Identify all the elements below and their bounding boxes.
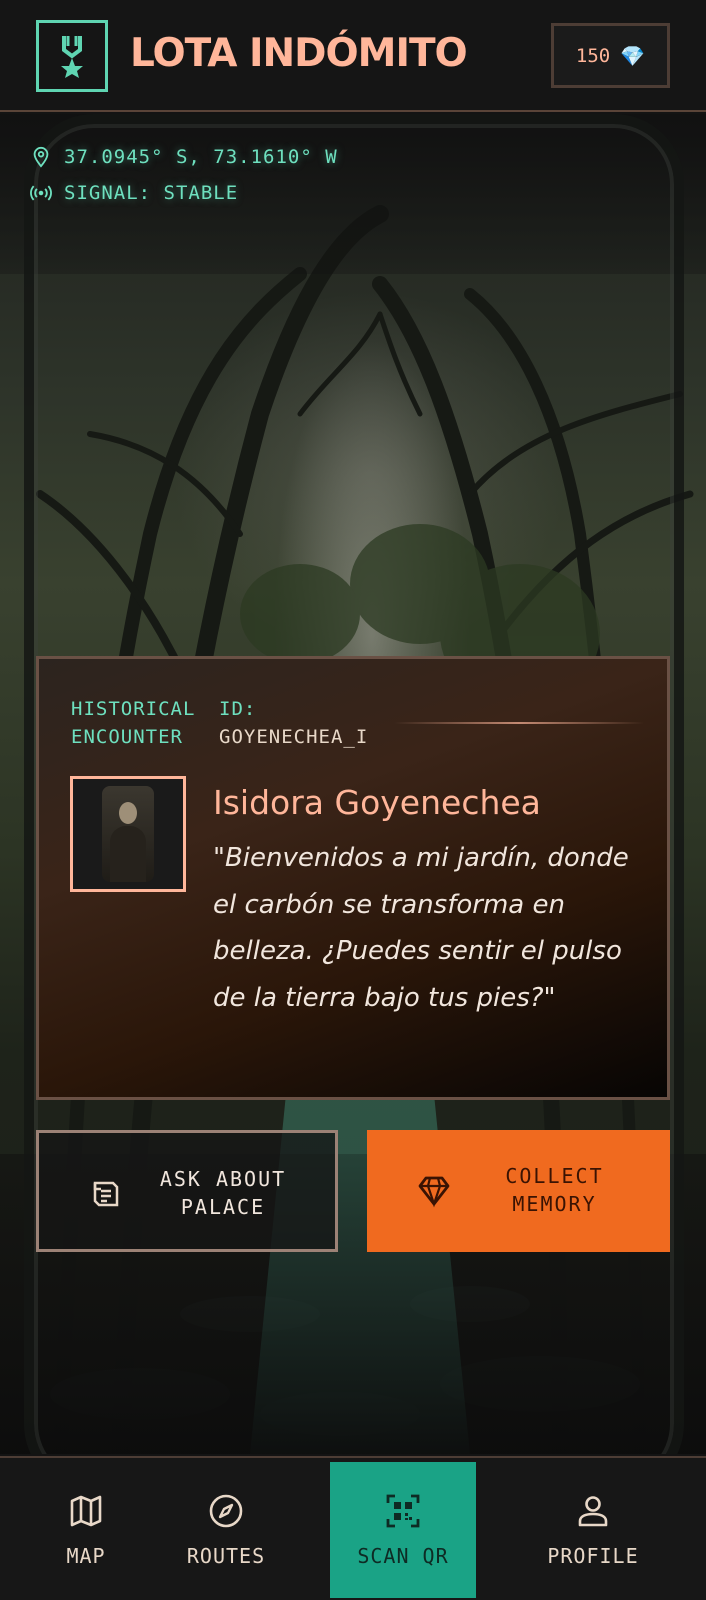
collect-button-label: COLLECT MEMORY xyxy=(505,1164,604,1216)
encounter-card: HISTORICAL ENCOUNTER ID: GOYENECHEA_I Is… xyxy=(36,656,670,1100)
user-icon xyxy=(578,1496,608,1527)
nav-item-scan-qr[interactable]: SCAN QR xyxy=(330,1462,476,1598)
encounter-type-line2: ENCOUNTER xyxy=(71,726,183,748)
credits-counter[interactable]: 150 💎 xyxy=(551,23,670,88)
nav-item-map[interactable]: MAP xyxy=(36,1458,136,1600)
map-icon xyxy=(70,1495,102,1527)
encounter-type-line1: HISTORICAL xyxy=(71,698,196,720)
location-pin-icon xyxy=(33,146,49,168)
encounter-id: ID: GOYENECHEA_I xyxy=(219,695,368,751)
bottom-nav: MAP ROUTES SCAN QR PROFILE xyxy=(0,1456,706,1600)
compass-icon xyxy=(209,1494,243,1528)
credits-value: 150 xyxy=(575,44,611,67)
scroll-icon xyxy=(87,1175,125,1220)
coordinates-text: 37.0945° S, 73.1610° W xyxy=(64,146,338,168)
nav-label-scan-qr: SCAN QR xyxy=(357,1544,449,1568)
medal-icon xyxy=(36,20,108,92)
gem-icon: 💎 xyxy=(620,43,646,68)
encounter-id-value: GOYENECHEA_I xyxy=(219,726,369,748)
signal-text: SIGNAL: STABLE xyxy=(64,182,239,204)
divider xyxy=(394,722,644,724)
character-quote: "Bienvenidos a mi jardín, donde el carbó… xyxy=(213,843,629,1013)
qr-icon xyxy=(386,1494,420,1528)
character-portrait[interactable] xyxy=(70,776,186,892)
encounter-type-label: HISTORICAL ENCOUNTER xyxy=(71,695,195,751)
ask-about-palace-button[interactable]: ASK ABOUT PALACE xyxy=(36,1130,338,1252)
nav-item-profile[interactable]: PROFILE xyxy=(536,1458,650,1600)
ask-button-label: ASK ABOUT PALACE xyxy=(159,1167,287,1219)
gps-readout: 37.0945° S, 73.1610° W xyxy=(30,146,338,168)
app-header: LOTA INDÓMITO 150 💎 xyxy=(0,0,706,112)
diamond-icon xyxy=(415,1172,453,1217)
portrait-image xyxy=(102,786,154,882)
nav-item-routes[interactable]: ROUTES xyxy=(166,1458,286,1600)
app-title: LOTA INDÓMITO xyxy=(130,31,468,76)
nav-label-map: MAP xyxy=(66,1544,106,1568)
character-name: Isidora Goyenechea xyxy=(213,783,541,822)
nav-label-profile: PROFILE xyxy=(547,1544,639,1568)
encounter-id-key: ID: xyxy=(219,698,257,720)
signal-broadcast-icon xyxy=(30,185,52,201)
signal-readout: SIGNAL: STABLE xyxy=(30,182,238,204)
nav-label-routes: ROUTES xyxy=(186,1544,266,1568)
collect-memory-button[interactable]: COLLECT MEMORY xyxy=(367,1130,670,1252)
